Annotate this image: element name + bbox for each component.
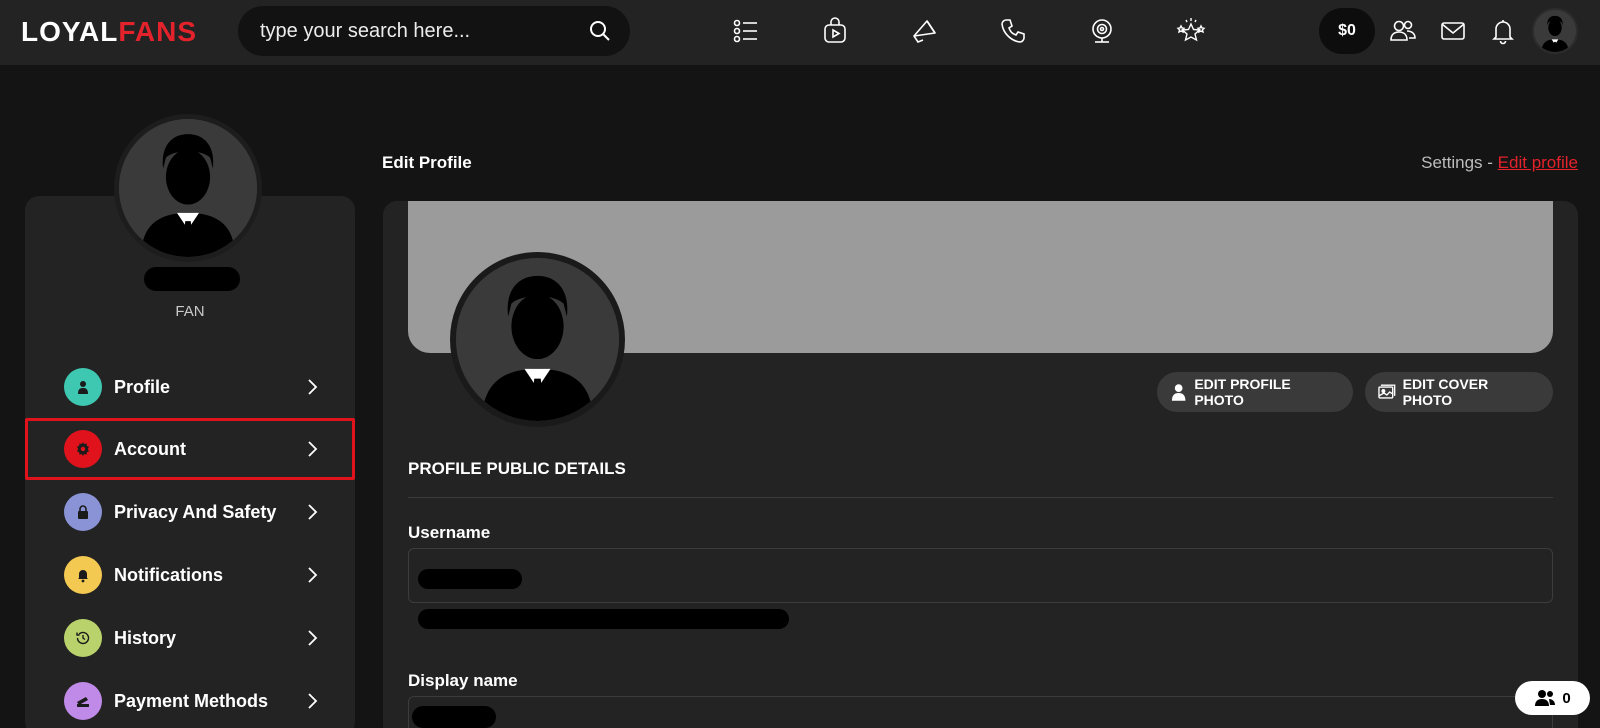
chevron-right-icon [308,504,318,520]
phone-icon[interactable] [994,12,1032,50]
chevron-right-icon [308,693,318,709]
display-name-field[interactable] [408,696,1553,728]
lock-icon [64,493,102,531]
section-divider [408,497,1553,498]
redacted-display-name [412,706,496,728]
friends-icon[interactable] [1384,12,1422,50]
online-count: 0 [1562,689,1571,707]
sidebar-item-notifications[interactable]: Notifications [25,546,355,604]
user-icon [64,368,102,406]
chevron-right-icon [308,630,318,646]
online-users-badge[interactable]: 0 [1515,681,1590,715]
bell-icon [64,556,102,594]
wallet-balance-button[interactable]: $0 [1319,8,1375,54]
notifications-bell-icon[interactable] [1484,12,1522,50]
sidebar-item-label: Profile [114,377,171,397]
messages-icon[interactable] [1434,12,1472,50]
breadcrumb: Settings - Edit profile [1421,153,1578,173]
chevron-right-icon [308,441,318,457]
search-input[interactable] [260,6,570,56]
sidebar-item-history[interactable]: History [25,609,355,667]
breadcrumb-settings: Settings - [1421,153,1498,172]
edit-cover-photo-label: EDIT COVER PHOTO [1402,376,1489,408]
username-field[interactable] [408,548,1553,603]
breadcrumb-edit-profile-link[interactable]: Edit profile [1498,153,1578,172]
user-avatar[interactable] [1532,8,1578,54]
top-navbar: LOYALFANS $0 [0,0,1600,65]
sidebar-item-label: Payment Methods [114,691,269,711]
redacted-username-value [418,569,522,589]
loyalfans-logo[interactable]: LOYAL FANS [21,16,197,47]
logo-text-right: FANS [118,16,197,47]
stars-icon[interactable] [1172,12,1210,50]
search-bar [238,6,630,56]
history-icon [64,619,102,657]
search-icon[interactable] [588,19,612,43]
sidebar-item-privacy-and-safety[interactable]: Privacy And Safety [25,483,355,541]
edit-cover-photo-button[interactable]: EDIT COVER PHOTO [1365,372,1553,412]
logo-text-left: LOYAL [21,16,119,47]
webcam-icon[interactable] [1083,12,1121,50]
chevron-right-icon [308,379,318,395]
card-icon [64,682,102,720]
edit-profile-photo-label: EDIT PROFILE PHOTO [1194,376,1291,408]
sidebar-item-payment-methods[interactable]: Payment Methods [25,672,355,728]
page-title: Edit Profile [382,153,472,172]
sidebar-item-profile[interactable]: Profile [25,358,355,416]
user-icon [1171,384,1186,401]
gear-icon [64,430,102,468]
edit-profile-photo-button[interactable]: EDIT PROFILE PHOTO [1157,372,1353,412]
username-label: Username [408,523,491,542]
chevron-right-icon [308,567,318,583]
profile-photo [450,252,625,427]
display-name-label: Display name [408,671,518,690]
sidebar-item-label: Notifications [114,565,224,585]
image-icon [1378,384,1396,399]
sidebar-item-label: Account [114,439,186,459]
section-title-public-details: PROFILE PUBLIC DETAILS [408,459,626,478]
video-bag-icon[interactable] [816,12,854,50]
users-icon [1535,690,1556,706]
list-icon[interactable] [727,12,765,50]
sidebar-avatar [114,114,262,262]
sidebar-item-account[interactable]: Account [25,418,355,480]
redacted-username [144,267,240,291]
redacted-profile-url [418,609,789,629]
megaphone-icon[interactable] [905,12,943,50]
user-role-label: FAN [175,303,205,320]
sidebar-item-label: History [114,628,177,648]
sidebar-item-label: Privacy And Safety [114,502,277,522]
